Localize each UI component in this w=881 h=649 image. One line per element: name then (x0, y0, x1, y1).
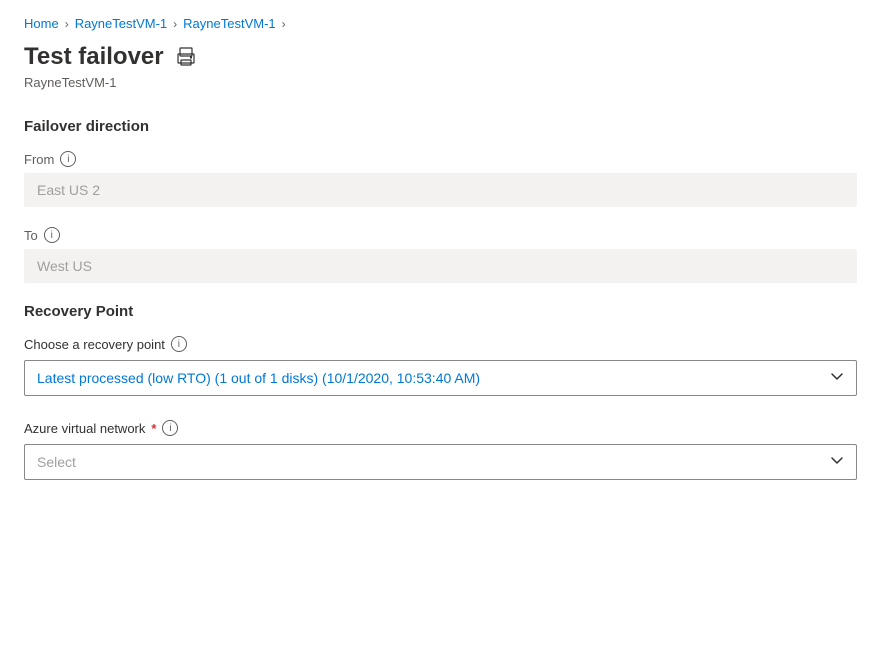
choose-recovery-label: Choose a recovery point i (24, 336, 857, 352)
breadcrumb-vm1[interactable]: RayneTestVM-1 (75, 16, 167, 31)
azure-network-dropdown-wrapper[interactable]: Select (24, 444, 857, 480)
azure-network-required: * (151, 421, 156, 436)
recovery-point-dropdown-wrapper[interactable]: Latest processed (low RTO) (1 out of 1 d… (24, 360, 857, 396)
recovery-point-section: Recovery Point Choose a recovery point i… (24, 303, 857, 396)
azure-network-label-text: Azure virtual network (24, 421, 145, 436)
recovery-point-dropdown[interactable]: Latest processed (low RTO) (1 out of 1 d… (24, 360, 857, 396)
breadcrumb: Home › RayneTestVM-1 › RayneTestVM-1 › (24, 16, 857, 31)
from-field-group: From i East US 2 (24, 151, 857, 207)
breadcrumb-vm2[interactable]: RayneTestVM-1 (183, 16, 275, 31)
from-info-icon[interactable]: i (60, 151, 76, 167)
azure-network-info-icon[interactable]: i (162, 420, 178, 436)
from-label-text: From (24, 152, 54, 167)
failover-direction-section: Failover direction From i East US 2 To i… (24, 118, 857, 283)
breadcrumb-sep-3: › (282, 17, 286, 31)
page-subtitle: RayneTestVM-1 (24, 75, 857, 90)
breadcrumb-sep-1: › (65, 17, 69, 31)
from-value: East US 2 (24, 173, 857, 207)
recovery-point-value: Latest processed (low RTO) (1 out of 1 d… (37, 370, 480, 386)
to-label-text: To (24, 228, 38, 243)
azure-network-label-group: Azure virtual network * i (24, 420, 857, 436)
azure-network-section: Azure virtual network * i Select (24, 420, 857, 480)
to-info-icon[interactable]: i (44, 227, 60, 243)
failover-direction-title: Failover direction (24, 118, 857, 135)
azure-network-dropdown[interactable]: Select (24, 444, 857, 480)
recovery-point-title: Recovery Point (24, 303, 857, 320)
to-label: To i (24, 227, 857, 243)
recovery-info-icon[interactable]: i (171, 336, 187, 352)
print-icon[interactable] (176, 47, 196, 67)
page-title: Test failover (24, 43, 164, 71)
from-label: From i (24, 151, 857, 167)
choose-recovery-label-text: Choose a recovery point (24, 337, 165, 352)
to-value: West US (24, 249, 857, 283)
breadcrumb-sep-2: › (173, 17, 177, 31)
to-field-group: To i West US (24, 227, 857, 283)
breadcrumb-home[interactable]: Home (24, 16, 59, 31)
azure-network-placeholder: Select (37, 454, 76, 470)
page-header: Test failover (24, 43, 857, 71)
